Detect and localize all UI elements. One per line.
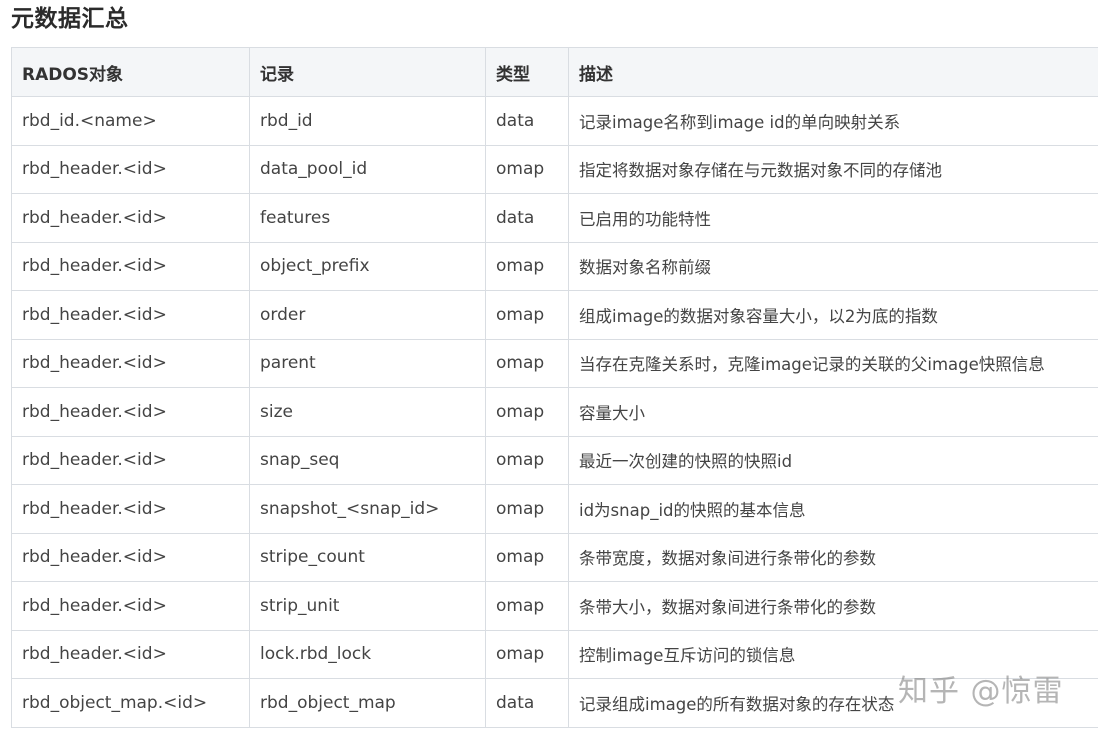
table-row: rbd_header.<id> strip_unit omap 条带大小，数据对… xyxy=(11,581,1098,631)
cell-type: data xyxy=(485,193,569,243)
table-row: rbd_header.<id> lock.rbd_lock omap 控制ima… xyxy=(11,629,1098,679)
cell-type: omap xyxy=(485,241,569,291)
cell-type: omap xyxy=(485,144,569,194)
cell-description: 条带大小，数据对象间进行条带化的参数 xyxy=(568,581,1098,631)
cell-description: id为snap_id的快照的基本信息 xyxy=(568,484,1098,534)
table-row: rbd_header.<id> snapshot_<snap_id> omap … xyxy=(11,484,1098,534)
table-row: rbd_header.<id> object_prefix omap 数据对象名… xyxy=(11,241,1098,291)
page: 元数据汇总 RADOS对象 记录 类型 描述 rbd_id.<name> rbd… xyxy=(0,0,1098,732)
cell-rados-object: rbd_object_map.<id> xyxy=(11,678,250,728)
cell-rados-object: rbd_header.<id> xyxy=(11,629,250,679)
cell-type: omap xyxy=(485,435,569,485)
cell-record: size xyxy=(249,387,486,437)
cell-record: order xyxy=(249,290,486,340)
cell-type: omap xyxy=(485,532,569,582)
section-title: 元数据汇总 xyxy=(11,6,129,32)
cell-rados-object: rbd_header.<id> xyxy=(11,193,250,243)
cell-type: data xyxy=(485,96,569,146)
cell-rados-object: rbd_header.<id> xyxy=(11,290,250,340)
cell-description: 数据对象名称前缀 xyxy=(568,241,1098,291)
cell-record: rbd_object_map xyxy=(249,678,486,728)
cell-record: data_pool_id xyxy=(249,144,486,194)
header-type: 类型 xyxy=(485,47,569,97)
metadata-table: RADOS对象 记录 类型 描述 rbd_id.<name> rbd_id da… xyxy=(11,47,1098,728)
cell-type: omap xyxy=(485,387,569,437)
cell-rados-object: rbd_header.<id> xyxy=(11,532,250,582)
cell-type: omap xyxy=(485,290,569,340)
cell-rados-object: rbd_id.<name> xyxy=(11,96,250,146)
cell-rados-object: rbd_header.<id> xyxy=(11,581,250,631)
cell-record: parent xyxy=(249,338,486,388)
cell-description: 记录组成image的所有数据对象的存在状态 xyxy=(568,678,1098,728)
table-row: rbd_header.<id> snap_seq omap 最近一次创建的快照的… xyxy=(11,435,1098,485)
cell-description: 当存在克隆关系时，克隆image记录的关联的父image快照信息 xyxy=(568,338,1098,388)
cell-description: 已启用的功能特性 xyxy=(568,193,1098,243)
cell-description: 容量大小 xyxy=(568,387,1098,437)
cell-rados-object: rbd_header.<id> xyxy=(11,144,250,194)
table-row: rbd_object_map.<id> rbd_object_map data … xyxy=(11,678,1098,728)
table-row: rbd_header.<id> order omap 组成image的数据对象容… xyxy=(11,290,1098,340)
cell-description: 组成image的数据对象容量大小，以2为底的指数 xyxy=(568,290,1098,340)
cell-rados-object: rbd_header.<id> xyxy=(11,484,250,534)
table-row: rbd_header.<id> size omap 容量大小 xyxy=(11,387,1098,437)
cell-description: 控制image互斥访问的锁信息 xyxy=(568,629,1098,679)
cell-description: 指定将数据对象存储在与元数据对象不同的存储池 xyxy=(568,144,1098,194)
cell-record: snap_seq xyxy=(249,435,486,485)
table-row: rbd_id.<name> rbd_id data 记录image名称到imag… xyxy=(11,96,1098,146)
table-row: rbd_header.<id> parent omap 当存在克隆关系时，克隆i… xyxy=(11,338,1098,388)
cell-rados-object: rbd_header.<id> xyxy=(11,241,250,291)
header-description: 描述 xyxy=(568,47,1098,97)
cell-record: lock.rbd_lock xyxy=(249,629,486,679)
cell-type: omap xyxy=(485,484,569,534)
cell-rados-object: rbd_header.<id> xyxy=(11,338,250,388)
cell-type: omap xyxy=(485,581,569,631)
cell-description: 条带宽度，数据对象间进行条带化的参数 xyxy=(568,532,1098,582)
table-row: rbd_header.<id> features data 已启用的功能特性 xyxy=(11,193,1098,243)
cell-description: 记录image名称到image id的单向映射关系 xyxy=(568,96,1098,146)
cell-type: omap xyxy=(485,629,569,679)
cell-type: omap xyxy=(485,338,569,388)
cell-record: features xyxy=(249,193,486,243)
cell-record: rbd_id xyxy=(249,96,486,146)
cell-rados-object: rbd_header.<id> xyxy=(11,387,250,437)
cell-record: snapshot_<snap_id> xyxy=(249,484,486,534)
cell-record: stripe_count xyxy=(249,532,486,582)
cell-record: object_prefix xyxy=(249,241,486,291)
cell-rados-object: rbd_header.<id> xyxy=(11,435,250,485)
cell-record: strip_unit xyxy=(249,581,486,631)
table-row: rbd_header.<id> data_pool_id omap 指定将数据对… xyxy=(11,144,1098,194)
table-row: rbd_header.<id> stripe_count omap 条带宽度，数… xyxy=(11,532,1098,582)
header-record: 记录 xyxy=(249,47,486,97)
cell-description: 最近一次创建的快照的快照id xyxy=(568,435,1098,485)
header-rados-object: RADOS对象 xyxy=(11,47,250,97)
table-header-row: RADOS对象 记录 类型 描述 xyxy=(11,47,1098,97)
cell-type: data xyxy=(485,678,569,728)
